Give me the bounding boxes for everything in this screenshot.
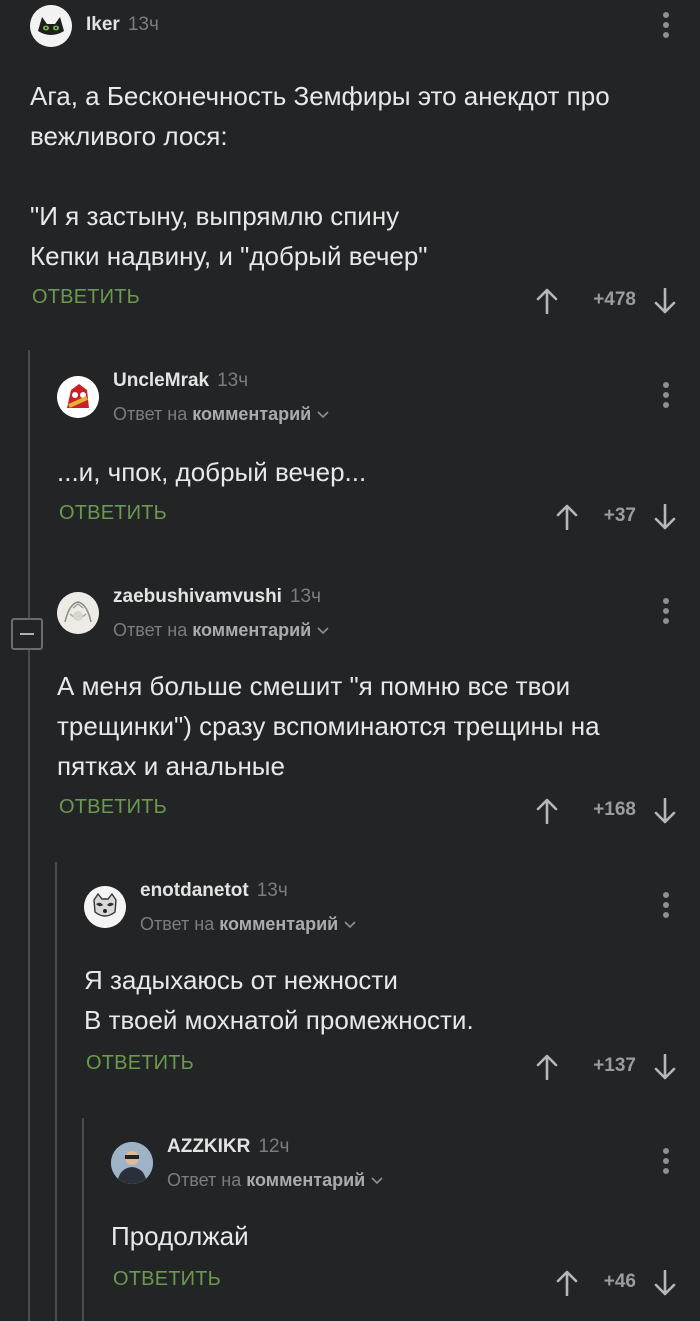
upvote-icon[interactable] [536, 1054, 558, 1080]
vote-control: +168 [536, 790, 676, 830]
comment-actions: ОТВЕТИТЬ +168 [57, 790, 700, 830]
more-options-icon[interactable] [662, 1148, 670, 1178]
reply-to-link[interactable]: Ответ на комментарий [167, 1170, 383, 1191]
comment: Iker 13ч Ага, а Бесконечность Земфиры это… [30, 0, 700, 330]
comment-header: UncleMrak 13ч Ответ на комментарий [57, 368, 657, 424]
more-options-icon[interactable] [662, 12, 670, 42]
thread-line[interactable] [28, 350, 30, 1321]
comment-header: zaebushivamvushi 13ч Ответ на комментарий [57, 584, 657, 640]
comment-actions: ОТВЕТИТЬ +478 [30, 280, 700, 320]
downvote-icon[interactable] [654, 1054, 676, 1080]
downvote-icon[interactable] [654, 798, 676, 824]
comment-score: +168 [593, 799, 636, 820]
comment-text: Я задыхаюсь от нежности В твоей мохнатой… [84, 965, 474, 1035]
chevron-down-icon [317, 411, 329, 419]
comment-score: +478 [593, 289, 636, 310]
comment-time: 13ч [217, 370, 249, 391]
collapse-thread-button[interactable] [11, 618, 43, 650]
reply-button[interactable]: ОТВЕТИТЬ [59, 796, 167, 819]
more-options-icon[interactable] [662, 892, 670, 922]
red-cartoon-avatar-icon[interactable] [57, 376, 99, 418]
comment-score: +46 [603, 1271, 636, 1292]
upvote-icon[interactable] [556, 504, 578, 530]
reply-button[interactable]: ОТВЕТИТЬ [32, 286, 140, 309]
thread-line[interactable] [82, 1118, 84, 1321]
more-options-icon[interactable] [662, 382, 670, 412]
more-options-icon[interactable] [662, 598, 670, 628]
comment-time: 13ч [289, 586, 321, 607]
cat-avatar-icon[interactable] [30, 5, 72, 47]
upvote-icon[interactable] [556, 1270, 578, 1296]
comment: enotdanetot 13ч Ответ на комментарий Я за… [84, 878, 700, 1088]
comment-text: Продолжай [111, 1221, 249, 1251]
comment-author[interactable]: Iker 13ч [86, 14, 159, 36]
comment-text: Ага, а Бесконечность Земфиры это анекдот… [30, 81, 610, 271]
sketch-avatar-icon[interactable] [57, 592, 99, 634]
downvote-icon[interactable] [654, 1270, 676, 1296]
comment: UncleMrak 13ч Ответ на комментарий ...и, … [57, 368, 700, 538]
comment-score: +137 [593, 1055, 636, 1076]
downvote-icon[interactable] [654, 504, 676, 530]
vote-control: +478 [536, 280, 676, 320]
comment-time: 12ч [258, 1136, 290, 1157]
comment: AZZKIKR 12ч Ответ на комментарий Продолжа… [111, 1134, 700, 1314]
chevron-down-icon [344, 921, 356, 929]
reply-button[interactable]: ОТВЕТИТЬ [86, 1052, 194, 1075]
upvote-icon[interactable] [536, 288, 558, 314]
comment-author[interactable]: enotdanetot 13ч [140, 880, 288, 902]
comments-page: Iker 13ч Ага, а Бесконечность Земфиры это… [0, 0, 700, 1321]
comment-time: 13ч [256, 880, 288, 901]
comment-author[interactable]: zaebushivamvushi 13ч [113, 586, 321, 608]
comment-actions: ОТВЕТИТЬ +46 [111, 1262, 700, 1302]
raccoon-avatar-icon[interactable] [84, 886, 126, 928]
comment-author[interactable]: AZZKIKR 12ч [167, 1136, 289, 1158]
thread-line[interactable] [55, 862, 57, 1321]
comment-time: 13ч [127, 14, 159, 35]
downvote-icon[interactable] [654, 288, 676, 314]
comment-header: Iker 13ч [30, 0, 670, 50]
chevron-down-icon [317, 627, 329, 635]
comment-score: +37 [603, 505, 636, 526]
comment-header: enotdanetot 13ч Ответ на комментарий [84, 878, 664, 934]
vote-control: +137 [536, 1046, 676, 1086]
photo-avatar-icon[interactable] [111, 1142, 153, 1184]
comment-actions: ОТВЕТИТЬ +137 [84, 1046, 700, 1086]
vote-control: +46 [556, 1262, 676, 1302]
comment-text: ...и, чпок, добрый вечер... [57, 457, 367, 487]
chevron-down-icon [371, 1177, 383, 1185]
reply-to-link[interactable]: Ответ на комментарий [113, 404, 329, 425]
upvote-icon[interactable] [536, 798, 558, 824]
comment-header: AZZKIKR 12ч Ответ на комментарий [111, 1134, 671, 1190]
comment-author[interactable]: UncleMrak 13ч [113, 370, 248, 392]
reply-to-link[interactable]: Ответ на комментарий [140, 914, 356, 935]
vote-control: +37 [556, 496, 676, 536]
comment-actions: ОТВЕТИТЬ +37 [57, 496, 700, 536]
reply-to-link[interactable]: Ответ на комментарий [113, 620, 329, 641]
comment: zaebushivamvushi 13ч Ответ на комментарий… [57, 584, 700, 834]
comment-text: А меня больше смешит "я помню все твои т… [57, 671, 600, 781]
reply-button[interactable]: ОТВЕТИТЬ [113, 1268, 221, 1291]
reply-button[interactable]: ОТВЕТИТЬ [59, 502, 167, 525]
